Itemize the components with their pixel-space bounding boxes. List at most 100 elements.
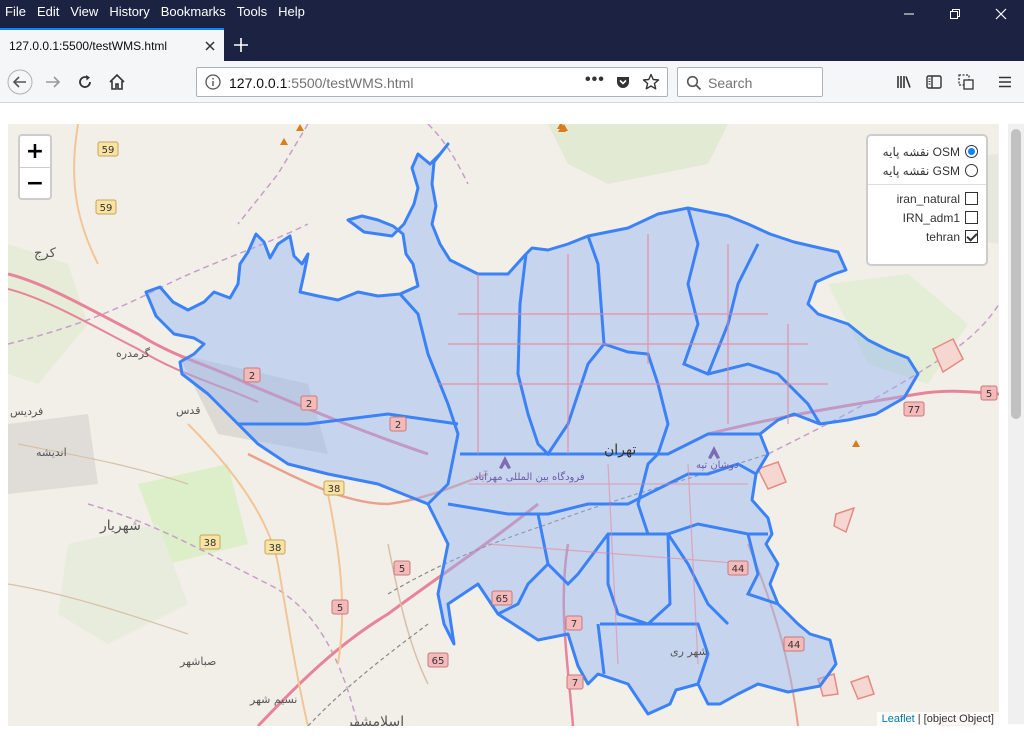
overlay-checkbox[interactable] xyxy=(965,192,978,205)
road-shield-label: 38 xyxy=(328,484,341,495)
zoom-in-button[interactable]: + xyxy=(20,136,50,167)
page-actions-icon[interactable]: ••• xyxy=(585,71,605,89)
url-bar[interactable]: 127.0.0.1:5500/testWMS.html ••• xyxy=(196,67,668,97)
layers-control: نقشه پایه OSM نقشه پایه GSM iran_natural… xyxy=(866,134,988,266)
overlay-checkbox[interactable] xyxy=(965,211,978,224)
tab-active[interactable]: 127.0.0.1:5500/testWMS.html xyxy=(0,28,224,61)
page-scrollbar[interactable] xyxy=(1008,124,1024,724)
search-placeholder: Search xyxy=(708,75,753,91)
menu-history[interactable]: History xyxy=(103,4,154,19)
menu-file[interactable]: File xyxy=(0,4,31,19)
pocket-icon[interactable] xyxy=(615,74,631,90)
overlay-label: tehran xyxy=(925,229,960,244)
road-shield: 44 xyxy=(727,560,749,576)
place-label: تهران xyxy=(604,442,636,458)
site-info-icon[interactable] xyxy=(205,74,221,90)
sidebar-button[interactable] xyxy=(921,69,947,95)
overlay-irn-adm1[interactable]: IRN_adm1 xyxy=(876,208,978,227)
overlay-tehran[interactable]: tehran xyxy=(876,227,978,246)
road-shield-label: 44 xyxy=(732,564,745,575)
road-shield-label: 77 xyxy=(908,405,921,416)
library-icon xyxy=(897,76,911,88)
base-layer-label: نقشه پایه OSM xyxy=(882,144,960,159)
place-label: شهریار xyxy=(99,518,141,534)
close-icon xyxy=(995,8,1007,20)
place-label: شهر ری xyxy=(670,645,708,658)
map-container[interactable]: 59 59 2 2 2 38 38 38 5 5 65 65 7 7 44 44… xyxy=(8,124,999,726)
search-icon xyxy=(686,75,702,91)
hamburger-icon xyxy=(999,76,1011,88)
library-button[interactable] xyxy=(891,69,917,95)
place-label: گرمدره xyxy=(116,347,151,360)
menu-bookmarks[interactable]: Bookmarks xyxy=(155,4,231,19)
place-label: اندیشه xyxy=(36,446,67,459)
overlay-label: IRN_adm1 xyxy=(902,210,960,225)
road-shield: 7 xyxy=(565,615,583,631)
back-button[interactable] xyxy=(7,69,33,95)
road-shield-label: 7 xyxy=(571,619,577,630)
base-layer-radio[interactable] xyxy=(965,164,978,177)
base-layer-label: نقشه پایه GSM xyxy=(882,163,960,178)
home-button[interactable] xyxy=(104,69,130,95)
tab-close-icon[interactable] xyxy=(202,38,218,54)
road-shield-label: 2 xyxy=(395,420,401,431)
reload-icon xyxy=(79,75,91,88)
menu-edit[interactable]: Edit xyxy=(31,4,64,19)
road-shield: 5 xyxy=(331,599,349,615)
menu-bar: File Edit View History Bookmarks Tools H… xyxy=(0,0,1024,22)
minimize-icon xyxy=(904,13,914,15)
menu-help[interactable]: Help xyxy=(272,4,310,19)
url-text[interactable]: 127.0.0.1:5500/testWMS.html xyxy=(229,75,413,91)
road-shield-label: 59 xyxy=(100,203,113,214)
overlay-checkbox[interactable] xyxy=(965,230,978,243)
menu-view[interactable]: View xyxy=(64,4,103,19)
road-shield-label: 65 xyxy=(496,594,509,605)
road-shield: 38 xyxy=(323,480,345,496)
menu-tools[interactable]: Tools xyxy=(231,4,272,19)
leaflet-link[interactable]: Leaflet xyxy=(882,713,915,725)
road-shield: 38 xyxy=(199,534,221,550)
road-shield: 44 xyxy=(783,636,805,652)
menu-button[interactable] xyxy=(992,69,1018,95)
scrollbar-thumb[interactable] xyxy=(1011,129,1021,419)
attribution-text: [object Object] xyxy=(923,713,994,725)
place-label: صباشهر xyxy=(179,655,216,668)
overlay-iran-natural[interactable]: iran_natural xyxy=(876,189,978,208)
road-shield: 2 xyxy=(243,367,261,383)
search-bar[interactable]: Search xyxy=(677,67,823,97)
base-layer-osm[interactable]: نقشه پایه OSM xyxy=(876,142,978,161)
attribution-separator: | xyxy=(917,713,921,725)
road-shield: 5 xyxy=(393,560,411,576)
forward-button[interactable] xyxy=(40,69,66,95)
base-layer-radio[interactable] xyxy=(965,145,978,158)
road-shield: 5 xyxy=(980,385,998,401)
home-icon xyxy=(109,73,125,90)
road-shield: 59 xyxy=(95,199,117,215)
road-shield-label: 7 xyxy=(572,678,578,689)
road-shield-label: 65 xyxy=(432,656,445,667)
restore-icon xyxy=(950,9,960,19)
map-tiles: 59 59 2 2 2 38 38 38 5 5 65 65 7 7 44 44… xyxy=(8,124,999,726)
screenshot-button[interactable] xyxy=(953,69,979,95)
nav-toolbar: 127.0.0.1:5500/testWMS.html ••• Search xyxy=(0,61,1024,103)
new-tab-icon[interactable] xyxy=(230,34,252,56)
reload-button[interactable] xyxy=(72,69,98,95)
place-label: فرودگاه بین المللی مهرآباد xyxy=(474,470,585,483)
road-shield-label: 59 xyxy=(102,145,115,156)
road-shield: 77 xyxy=(903,401,925,417)
bookmark-star-icon[interactable] xyxy=(642,73,660,91)
road-shield: 7 xyxy=(566,674,584,690)
base-layer-gsm[interactable]: نقشه پایه GSM xyxy=(876,161,978,180)
layers-separator xyxy=(868,184,986,185)
tab-strip: 127.0.0.1:5500/testWMS.html xyxy=(0,22,1024,61)
road-shield-label: 44 xyxy=(788,640,801,651)
road-shield-label: 38 xyxy=(269,543,282,554)
place-label: فردیس xyxy=(10,405,43,418)
url-host: 127.0.0.1 xyxy=(229,75,288,91)
road-shield: 59 xyxy=(97,141,119,157)
road-shield-label: 2 xyxy=(306,399,312,410)
road-shield: 2 xyxy=(300,395,318,411)
screenshot-icon xyxy=(958,74,974,90)
road-shield-label: 5 xyxy=(399,564,405,575)
zoom-out-button[interactable]: − xyxy=(20,167,50,198)
